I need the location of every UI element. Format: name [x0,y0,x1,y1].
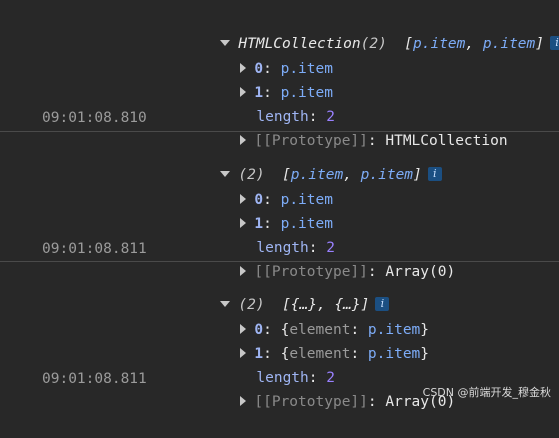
entry-header[interactable]: (2) [{…}, {…}] i [168,269,390,313]
property-row[interactable]: 1: p.item [188,57,333,101]
timestamp: 09:01:08.811 [42,371,147,387]
length-row: length: 2 [256,109,335,125]
preview-item: p.item [482,36,536,52]
console-panel: HTMLCollection(2) [p.item, p.item] i 0: p… [0,0,559,410]
length-row: length: 2 [256,240,335,256]
property-row[interactable]: 0: p.item [188,33,333,77]
prototype-row[interactable]: [[Prototype]]: Array(0) [188,366,455,410]
watermark: CSDN @前端开发_穆金秋 [422,386,551,399]
preview-item: p.item [360,167,414,183]
entry-divider [0,261,559,262]
prototype-row[interactable]: [[Prototype]]: HTMLCollection [188,105,508,149]
entry-header[interactable]: HTMLCollection(2) [p.item, p.item] i [168,8,559,52]
preview-item: p.item [413,36,466,52]
property-row[interactable]: 1: p.item [188,188,333,232]
timestamp: 09:01:08.810 [42,110,147,126]
object-count: (2) [360,36,387,52]
timestamp: 09:01:08.811 [42,241,147,257]
property-value[interactable]: p.item [368,346,420,362]
length-row: length: 2 [256,370,335,386]
info-icon[interactable]: i [550,36,559,50]
property-row[interactable]: 1: {element: p.item} [188,318,429,362]
property-row[interactable]: 0: p.item [188,164,333,208]
prototype-label: [[Prototype]] [254,394,368,410]
entry-divider [0,131,559,132]
prototype-value: Array(0) [385,264,456,280]
entry-header[interactable]: (2) [p.item, p.item] i [168,139,442,183]
prototype-row[interactable]: [[Prototype]]: Array(0) [188,236,455,280]
info-icon[interactable]: i [427,167,442,181]
property-row[interactable]: 0: {element: p.item} [188,294,429,338]
